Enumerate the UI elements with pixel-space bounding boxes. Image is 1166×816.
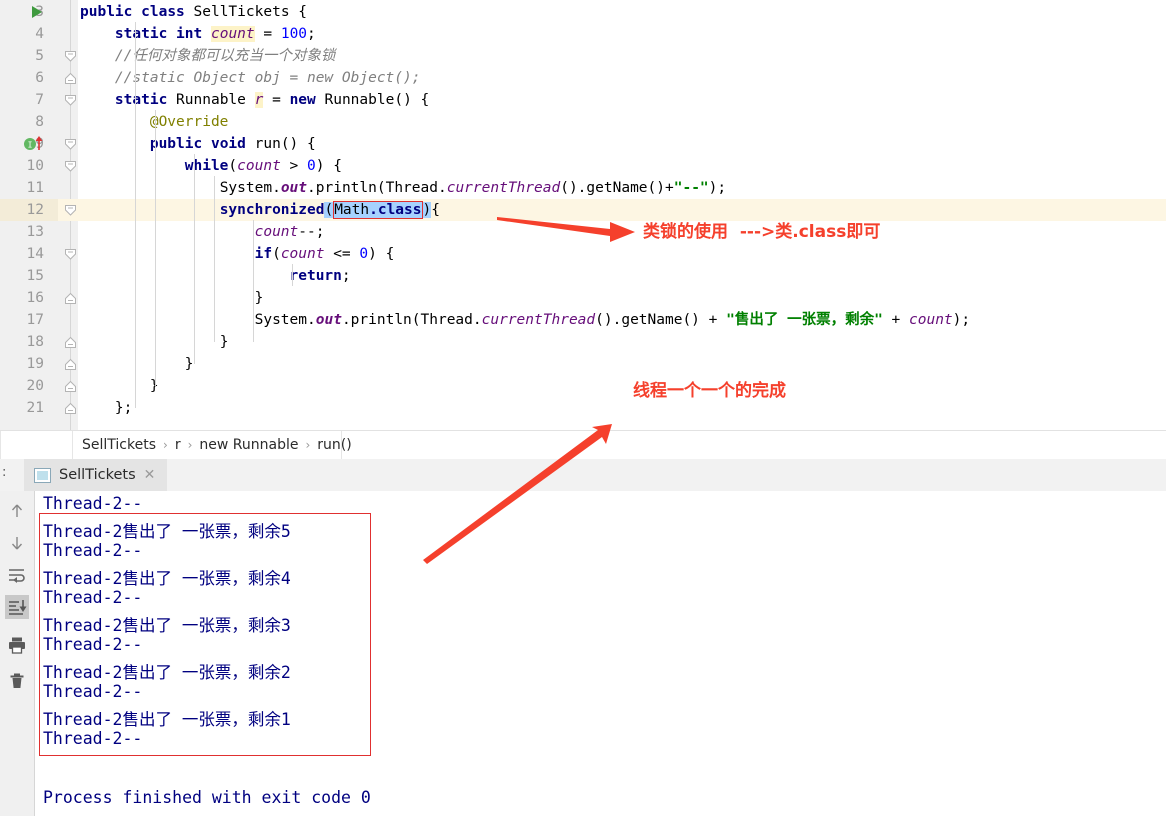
fold-collapsed-icon[interactable]	[64, 380, 77, 393]
fold-collapsed-icon[interactable]	[64, 72, 77, 85]
indent-guide	[155, 110, 156, 386]
indent-guide	[194, 154, 195, 364]
output-highlight-box	[39, 512, 371, 756]
breadcrumb-items[interactable]: SellTickets › r › new Runnable › run()	[82, 431, 352, 460]
code-line[interactable]: if(count <= 0) {	[80, 243, 395, 265]
indent-guide	[253, 220, 254, 342]
breadcrumb-item-3[interactable]: run()	[317, 437, 351, 453]
idea-window: 3public class SellTickets {4 static int …	[0, 0, 1166, 816]
line-number[interactable]: 21	[0, 397, 44, 419]
breadcrumb-item-1[interactable]: r	[175, 437, 181, 453]
line-number[interactable]: 19	[0, 353, 44, 375]
line-number[interactable]: 20	[0, 375, 44, 397]
close-icon[interactable]: ✕	[144, 467, 156, 483]
line-number[interactable]: 16	[0, 287, 44, 309]
svg-text:I: I	[28, 141, 33, 150]
breadcrumb-item-0[interactable]: SellTickets	[82, 437, 156, 453]
line-number[interactable]: 4	[0, 23, 44, 45]
line-number[interactable]: 11	[0, 177, 44, 199]
console-tab-selltickets[interactable]: SellTickets ✕	[24, 459, 168, 491]
code-line[interactable]: }	[80, 353, 194, 375]
line-number[interactable]: 14	[0, 243, 44, 265]
code-line[interactable]: return;	[80, 265, 351, 287]
line-number[interactable]: 8	[0, 111, 44, 133]
breadcrumb-separator: ›	[305, 438, 311, 452]
code-line[interactable]: System.out.println(Thread.currentThread(…	[80, 177, 726, 199]
code-line[interactable]: synchronized(Math.class){	[80, 199, 440, 221]
indent-guide	[135, 22, 136, 408]
class-lock-note: 类锁的使用 --->类.class即可	[643, 222, 881, 242]
code-line[interactable]: count--;	[80, 221, 325, 243]
tool-window-label: :	[2, 465, 7, 480]
code-editor[interactable]: 3public class SellTickets {4 static int …	[0, 0, 1166, 430]
indent-guide	[292, 264, 293, 286]
override-gutter-icon[interactable]: I	[24, 136, 46, 152]
breadcrumb[interactable]: SellTickets › r › new Runnable › run()	[0, 430, 1166, 461]
breadcrumb-separator: ›	[187, 438, 193, 452]
console-tabstrip[interactable]: : SellTickets ✕	[0, 459, 1166, 492]
code-line[interactable]: public class SellTickets {	[80, 1, 307, 23]
fold-expanded-icon[interactable]	[64, 248, 77, 261]
scroll-up-icon[interactable]	[5, 499, 29, 523]
thread-order-note: 线程一个一个的完成	[633, 381, 786, 401]
breadcrumb-separator: ›	[163, 438, 168, 452]
code-line[interactable]: };	[80, 397, 132, 419]
fold-expanded-icon[interactable]	[64, 138, 77, 151]
process-exit-line: Process finished with exit code 0	[43, 787, 371, 807]
java-class-icon	[34, 467, 51, 483]
console-output[interactable]: Thread-2-- Thread-2售出了 一张票，剩余5 Thread-2-- T…	[35, 491, 1166, 816]
fold-collapsed-icon[interactable]	[64, 336, 77, 349]
run-console[interactable]: : SellTickets ✕ Thread-2-- Thread-2售出了 一…	[0, 459, 1166, 816]
line-number[interactable]: 12	[0, 199, 44, 221]
soft-wrap-icon[interactable]	[5, 563, 29, 587]
fold-expanded-icon[interactable]	[64, 94, 77, 107]
code-line[interactable]: static Runnable r = new Runnable() {	[80, 89, 429, 111]
fold-expanded-icon[interactable]	[64, 204, 77, 217]
scroll-down-icon[interactable]	[5, 531, 29, 555]
line-number[interactable]: 15	[0, 265, 44, 287]
scroll-to-end-icon[interactable]	[5, 595, 29, 619]
line-number[interactable]: 5	[0, 45, 44, 67]
console-tab-label: SellTickets	[59, 467, 136, 483]
line-number[interactable]: 10	[0, 155, 44, 177]
code-line[interactable]: static int count = 100;	[80, 23, 316, 45]
print-icon[interactable]	[5, 633, 29, 657]
code-line[interactable]: //任何对象都可以充当一个对象锁	[80, 45, 335, 67]
line-number[interactable]: 6	[0, 67, 44, 89]
line-number[interactable]: 7	[0, 89, 44, 111]
fold-collapsed-icon[interactable]	[64, 358, 77, 371]
trash-icon[interactable]	[5, 669, 29, 693]
run-gutter-icon[interactable]	[30, 4, 44, 18]
code-line[interactable]: while(count > 0) {	[80, 155, 342, 177]
breadcrumb-item-2[interactable]: new Runnable	[199, 437, 298, 453]
fold-collapsed-icon[interactable]	[64, 402, 77, 415]
line-number[interactable]: 18	[0, 331, 44, 353]
line-number[interactable]: 17	[0, 309, 44, 331]
indent-guide	[214, 176, 215, 342]
code-line[interactable]: public void run() {	[80, 133, 316, 155]
code-line[interactable]: }	[80, 375, 159, 397]
fold-expanded-icon[interactable]	[64, 160, 77, 173]
code-line[interactable]: }	[80, 287, 264, 309]
fold-collapsed-icon[interactable]	[64, 292, 77, 305]
console-output-line: Thread-2--	[43, 494, 143, 513]
line-number[interactable]: 13	[0, 221, 44, 243]
code-line[interactable]: //static Object obj = new Object();	[80, 67, 421, 89]
console-toolbar[interactable]	[0, 491, 34, 816]
fold-expanded-icon[interactable]	[64, 50, 77, 63]
